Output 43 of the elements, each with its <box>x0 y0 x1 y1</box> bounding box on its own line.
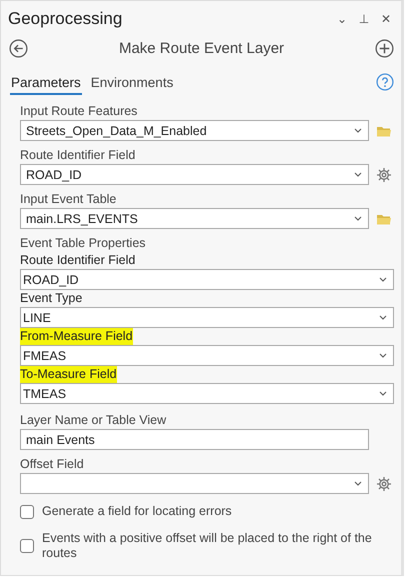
input-field[interactable]: main Events <box>20 429 369 450</box>
caret-icon <box>354 481 362 486</box>
caret-icon <box>354 128 362 133</box>
checkbox[interactable] <box>20 539 34 553</box>
pane-control-button[interactable]: ✕ <box>377 12 395 26</box>
parameter-label: Offset Field <box>20 456 85 473</box>
caret-icon <box>379 391 387 396</box>
caret-icon <box>354 216 362 221</box>
dropdown-field[interactable]: TMEAS <box>20 383 394 404</box>
caret-icon <box>354 172 362 177</box>
dropdown-field[interactable]: FMEAS <box>20 345 394 366</box>
gear-icon[interactable] <box>376 476 392 492</box>
pane-control-button[interactable]: ⊥ <box>355 12 373 26</box>
parameter-label: Route Identifier Field <box>20 252 136 269</box>
caret-icon <box>379 315 387 320</box>
checkbox-label: Events with a positive offset will be placed to the right of the routes <box>42 531 373 561</box>
dropdown-field[interactable]: ROAD_ID <box>20 269 394 290</box>
parameter-label: Event Type <box>20 290 82 307</box>
parameter-label: Route Identifier Field <box>20 147 136 164</box>
caret-icon <box>379 353 387 358</box>
gear-icon[interactable] <box>376 166 392 182</box>
dropdown-field[interactable]: main.LRS_EVENTS <box>20 208 369 229</box>
add-icon[interactable] <box>375 38 394 58</box>
checkbox[interactable] <box>20 504 34 518</box>
dropdown-field[interactable]: LINE <box>20 307 394 328</box>
parameter-label: From-Measure Field <box>20 328 133 345</box>
pane-control-button[interactable]: ⌄ <box>333 12 351 26</box>
pane-title: Geoprocessing <box>8 9 124 29</box>
dropdown-field[interactable] <box>20 473 369 494</box>
dropdown-field[interactable]: ROAD_ID <box>20 164 369 185</box>
back-icon[interactable] <box>9 38 28 58</box>
checkbox-label: Generate a field for locating errors <box>42 504 233 519</box>
dropdown-field[interactable]: Streets_Open_Data_M_Enabled <box>20 120 369 141</box>
parameter-label: Input Route Features <box>20 103 138 120</box>
caret-icon <box>379 277 387 282</box>
parameter-label: Input Event Table <box>20 191 118 208</box>
tool-title: Make Route Event Layer <box>118 40 286 56</box>
tab[interactable]: Environments <box>90 75 174 95</box>
help-icon[interactable] <box>376 73 394 91</box>
parameter-label: Layer Name or Table View <box>20 412 168 429</box>
group-heading: Event Table Properties <box>20 235 147 252</box>
parameter-label: To-Measure Field <box>20 366 117 383</box>
tab[interactable]: Parameters <box>10 75 82 95</box>
